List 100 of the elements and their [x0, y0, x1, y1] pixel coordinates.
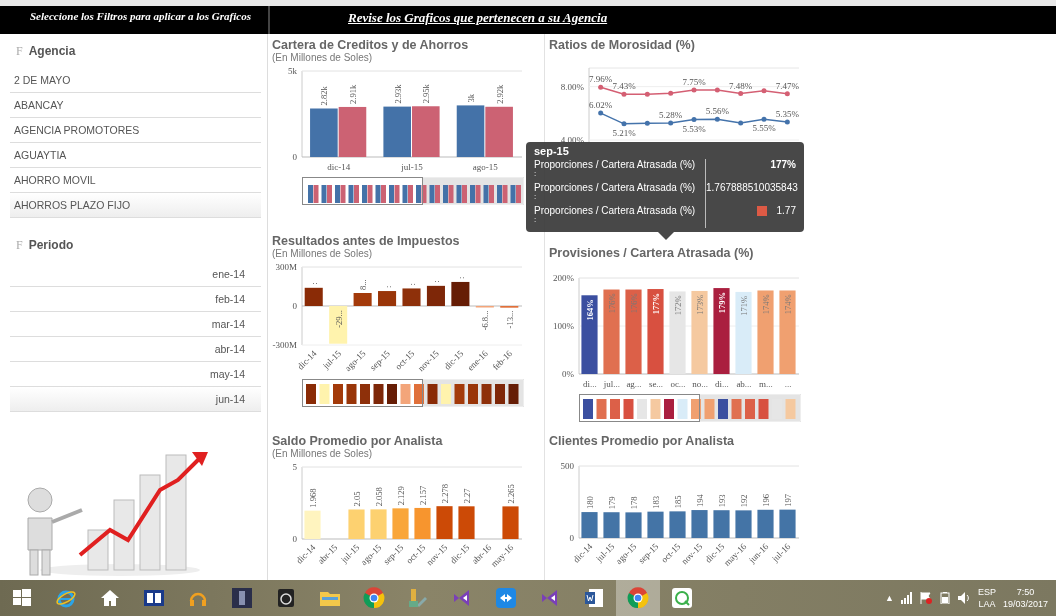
- axis-tick-label: 500: [560, 461, 574, 471]
- value-label: :: [455, 276, 466, 279]
- bar[interactable]: [581, 295, 598, 374]
- value-label: 7.96%: [589, 74, 613, 85]
- axis-category-label: di...: [583, 379, 597, 389]
- chart-title: Cartera de Creditos y de Ahorros: [272, 38, 469, 52]
- battery-icon[interactable]: [938, 592, 951, 604]
- axis-category-label: oc...: [670, 379, 686, 389]
- data-point[interactable]: [598, 110, 604, 116]
- data-point[interactable]: [784, 91, 790, 97]
- media-player-icon[interactable]: [143, 587, 165, 609]
- data-point[interactable]: [691, 87, 697, 93]
- value-label: 172%: [673, 295, 683, 316]
- bar[interactable]: [304, 287, 323, 306]
- home-icon[interactable]: [99, 587, 121, 609]
- tooltip-separator: :: [534, 216, 537, 224]
- navigator-drawing[interactable]: [579, 394, 801, 422]
- value-label: 3k: [466, 93, 477, 103]
- axis-category-label: jul...: [603, 379, 621, 389]
- value-label: :: [309, 282, 320, 285]
- value-label: 174%: [783, 294, 793, 315]
- speaker-icon[interactable]: [957, 592, 971, 604]
- browser-icon[interactable]: [627, 587, 649, 609]
- stopwatch-icon[interactable]: [275, 587, 297, 609]
- value-label: :: [431, 280, 442, 283]
- value-label: 179: [607, 496, 617, 510]
- bar[interactable]: [378, 291, 397, 306]
- filter-icon: F: [16, 43, 23, 59]
- flag-icon[interactable]: [919, 592, 932, 604]
- data-point[interactable]: [621, 91, 627, 97]
- value-label: 197: [783, 493, 793, 507]
- bar[interactable]: [426, 285, 445, 306]
- value-label: 2.92k: [494, 84, 505, 104]
- remote-desktop-icon[interactable]: [495, 587, 517, 609]
- album-cover-icon[interactable]: [231, 587, 253, 609]
- bar[interactable]: [451, 281, 470, 306]
- data-point[interactable]: [714, 87, 720, 93]
- value-label: 5.28%: [659, 109, 683, 120]
- data-point[interactable]: [738, 120, 744, 126]
- data-point[interactable]: [668, 120, 674, 126]
- data-point[interactable]: [761, 116, 767, 122]
- language-indicator[interactable]: ESP: [977, 586, 996, 598]
- data-point[interactable]: [761, 88, 767, 94]
- axis-category-label: ab...: [736, 379, 752, 389]
- axis-tick-label: 0: [292, 534, 297, 544]
- clock-date[interactable]: 19/03/2017: [1002, 598, 1048, 610]
- data-point[interactable]: [644, 120, 650, 126]
- chart-subtitle: (En Millones de Soles): [272, 52, 373, 63]
- value-label: 7.48%: [729, 80, 753, 91]
- value-label: -13...: [504, 310, 515, 329]
- keyboard-layout-indicator[interactable]: LAA: [978, 598, 996, 610]
- tooltip-value: 1.767888510035843: [706, 182, 798, 193]
- chart-title: Provisiones / Cartera Atrasada (%): [549, 246, 754, 260]
- value-label: 2.91k: [347, 84, 358, 104]
- document-icon[interactable]: [583, 587, 605, 609]
- data-point[interactable]: [784, 119, 790, 125]
- clock-time[interactable]: 7:50: [1016, 586, 1035, 598]
- value-label: 174%: [761, 294, 771, 315]
- value-label: 176%: [629, 293, 639, 314]
- axis-tick-label: 5k: [288, 66, 297, 76]
- tooltip-label: Proporciones / Cartera Atrasada (%): [534, 205, 697, 216]
- tooltip-separator: :: [534, 193, 537, 201]
- axis-category-label: di...: [715, 379, 729, 389]
- value-label: 196: [761, 494, 771, 507]
- navigator-drawing[interactable]: [302, 379, 524, 407]
- chart-title: Resultados antes de Impuestos: [272, 234, 460, 248]
- data-point[interactable]: [598, 84, 604, 90]
- value-label: 2.278: [440, 484, 450, 504]
- value-label: 1.968: [308, 488, 318, 508]
- chart-subtitle: (En Millones de Soles): [272, 248, 373, 259]
- signal-icon[interactable]: [900, 592, 913, 604]
- axis-tick-label: 0%: [562, 369, 574, 379]
- data-point[interactable]: [691, 117, 697, 123]
- value-label: 2.058: [374, 487, 384, 507]
- data-point[interactable]: [621, 121, 627, 127]
- value-label: 5.55%: [752, 123, 776, 134]
- axis-tick-label: 8.00%: [560, 81, 584, 92]
- data-point[interactable]: [668, 90, 674, 96]
- chart-title: Clientes Promedio por Analista: [549, 434, 734, 448]
- value-label: 173%: [695, 294, 705, 315]
- browser-icon[interactable]: [363, 587, 385, 609]
- value-label: 7.47%: [775, 80, 799, 91]
- value-label: 2.93k: [392, 84, 403, 104]
- data-point[interactable]: [738, 91, 744, 97]
- value-label: 5.21%: [612, 127, 636, 138]
- axis-category-label: se...: [648, 379, 664, 389]
- value-label: 176%: [607, 293, 617, 314]
- value-label: 2.27: [462, 488, 472, 504]
- axis-tick-label: 0: [569, 533, 574, 543]
- data-point[interactable]: [714, 116, 720, 122]
- value-label: 7.75%: [682, 77, 706, 87]
- chat-icon[interactable]: [671, 587, 693, 609]
- value-label: 183: [651, 495, 661, 509]
- data-point[interactable]: [644, 91, 650, 97]
- axis-category-label: ag...: [626, 379, 642, 389]
- windows-logo-icon[interactable]: [11, 587, 33, 609]
- show-hidden-icons-button[interactable]: ▲: [885, 593, 894, 603]
- tools-icon[interactable]: [407, 587, 429, 609]
- axis-category-label: ...: [784, 379, 792, 389]
- axis-category-label: ago-15: [472, 162, 498, 172]
